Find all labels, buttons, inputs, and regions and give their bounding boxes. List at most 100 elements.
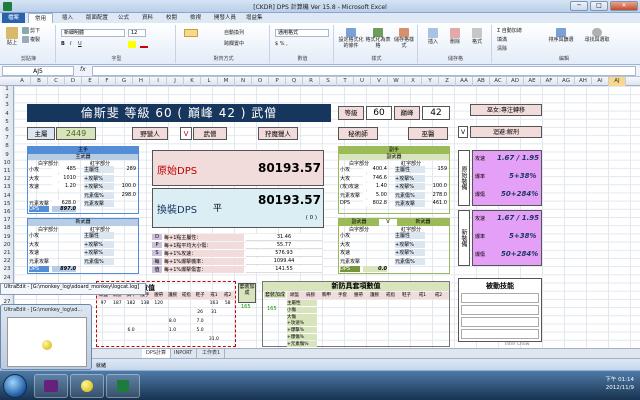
armor-cell[interactable]: 97	[97, 301, 110, 306]
taskbar-excel-icon[interactable]	[106, 374, 140, 398]
column-header[interactable]: M	[218, 77, 235, 86]
armor-cell[interactable]: 163	[207, 301, 220, 306]
minimize-button[interactable]: ─	[570, 1, 588, 11]
row-header[interactable]: 22	[0, 258, 14, 264]
formula-input[interactable]	[92, 66, 636, 76]
font-size-select[interactable]: 12	[128, 29, 146, 37]
stat-white-value[interactable]: 485	[52, 166, 76, 172]
wrap-text-button[interactable]: 自動換列	[224, 29, 244, 36]
armor-cell[interactable]: 138	[138, 301, 151, 306]
cut-button[interactable]: 剪下	[22, 27, 40, 34]
stat-white-value[interactable]: 1.20	[52, 183, 76, 189]
cell-styles-button[interactable]: 儲存格樣式	[392, 28, 416, 49]
column-header[interactable]: AI	[592, 77, 609, 86]
tab-insert[interactable]: 插入	[56, 13, 79, 23]
format-as-table-button[interactable]: 格式化為表格	[365, 28, 391, 49]
column-header[interactable]: R	[303, 77, 320, 86]
armor-cell[interactable]: 31.0	[207, 337, 220, 342]
column-header[interactable]: O	[252, 77, 269, 86]
clear-button[interactable]: 清除	[497, 45, 507, 52]
font-name-select[interactable]: 新細明體	[61, 29, 125, 37]
tab-view[interactable]: 檢視	[184, 13, 207, 23]
name-box[interactable]: AJ5	[2, 66, 74, 76]
stat-red-value[interactable]: 100.0	[116, 183, 136, 189]
column-header[interactable]: AD	[507, 77, 524, 86]
align-middle-button[interactable]	[184, 29, 198, 37]
column-header[interactable]: V	[371, 77, 388, 86]
column-header[interactable]: Z	[439, 77, 456, 86]
main-attr-value[interactable]: 2449	[56, 127, 96, 140]
row-header[interactable]: 15	[0, 201, 14, 207]
row-header[interactable]: 20	[0, 242, 14, 248]
stat-red-value[interactable]: 159	[427, 166, 447, 172]
maximize-button[interactable]: □	[590, 1, 608, 11]
fill-color-icon[interactable]	[128, 41, 136, 48]
column-header[interactable]: C	[48, 77, 65, 86]
armor-cell[interactable]: 7.0	[194, 319, 207, 324]
armor-cell[interactable]: 8.0	[166, 319, 179, 324]
row-header[interactable]: 19	[0, 234, 14, 240]
class-monk[interactable]: 武僧	[193, 127, 227, 140]
font-color-icon[interactable]	[140, 41, 148, 48]
paste-button[interactable]: 貼上	[5, 27, 19, 47]
tab-home[interactable]: 常用	[28, 13, 54, 23]
stat-white-value[interactable]: 802.8	[363, 200, 387, 206]
format-cells-button[interactable]: 格式	[467, 28, 487, 45]
taskbar-vs-icon[interactable]	[34, 374, 68, 398]
stat-white-value[interactable]: 400.4	[363, 166, 387, 172]
column-header[interactable]: E	[82, 77, 99, 86]
column-header[interactable]: Y	[422, 77, 439, 86]
right-v-mark[interactable]: V	[458, 126, 468, 138]
column-header[interactable]: AC	[490, 77, 507, 86]
column-header[interactable]: G	[116, 77, 133, 86]
armor-cell[interactable]: 120	[152, 301, 165, 306]
stat-red-value[interactable]: 100.0	[427, 183, 447, 189]
row-header[interactable]: 9	[0, 152, 14, 158]
column-header[interactable]: AE	[524, 77, 541, 86]
sheet-tab-import[interactable]: INPORT	[170, 349, 198, 358]
copy-button[interactable]: 複製	[22, 36, 40, 43]
class-demon-hunter[interactable]: 狩魔獵人	[258, 127, 298, 140]
column-header[interactable]: Q	[286, 77, 303, 86]
class-wizard[interactable]: 秘術師	[338, 127, 378, 140]
tab-formulas[interactable]: 公式	[112, 13, 135, 23]
row-header[interactable]: 3	[0, 102, 14, 108]
armor-cell[interactable]: 187	[111, 301, 124, 306]
level-value[interactable]: 60	[366, 106, 392, 120]
row-header[interactable]: 1	[0, 86, 14, 92]
column-header[interactable]: T	[337, 77, 354, 86]
stat-white-value[interactable]: 1010	[52, 174, 76, 181]
autosum-button[interactable]: Σ 自動加總	[497, 27, 522, 34]
column-header[interactable]: AH	[575, 77, 592, 86]
column-header[interactable]: X	[405, 77, 422, 86]
row-header[interactable]: 8	[0, 143, 14, 149]
column-header[interactable]: K	[184, 77, 201, 86]
insert-cells-button[interactable]: 插入	[423, 28, 443, 45]
row-header[interactable]: 17	[0, 217, 14, 223]
right-tag-2[interactable]: 迴避:解刑	[470, 126, 542, 138]
column-header[interactable]: W	[388, 77, 405, 86]
armor-cell[interactable]: 26	[194, 310, 207, 315]
tab-developer[interactable]: 開發人員	[208, 13, 242, 23]
column-header[interactable]: D	[65, 77, 82, 86]
italic-button[interactable]: I	[70, 41, 71, 47]
tab-file[interactable]: 檔案	[2, 13, 26, 23]
column-header[interactable]: AA	[456, 77, 473, 86]
column-header[interactable]: AG	[558, 77, 575, 86]
column-header[interactable]: I	[150, 77, 167, 86]
bold-button[interactable]: B	[61, 41, 65, 47]
tab-addins[interactable]: 增益集	[240, 13, 269, 23]
start-button[interactable]	[3, 374, 27, 398]
taskbar-clock[interactable]: 下午 01:14 2012/11/9	[605, 376, 634, 392]
class-barbarian[interactable]: 野蠻人	[132, 127, 168, 140]
column-header[interactable]: B	[31, 77, 48, 86]
column-header[interactable]: F	[99, 77, 116, 86]
row-header[interactable]: 14	[0, 193, 14, 199]
row-header[interactable]: 10	[0, 160, 14, 166]
row-header[interactable]: 18	[0, 225, 14, 231]
stat-white-value[interactable]: 5.00	[363, 191, 387, 198]
class-witch-doctor[interactable]: 巫醫	[408, 127, 448, 140]
column-header[interactable]: A	[14, 77, 31, 86]
ultraedit-thumbnail[interactable]: UltraEdit - [G:\monkey_log\sd...	[0, 304, 92, 370]
close-button[interactable]: ✕	[610, 1, 638, 11]
